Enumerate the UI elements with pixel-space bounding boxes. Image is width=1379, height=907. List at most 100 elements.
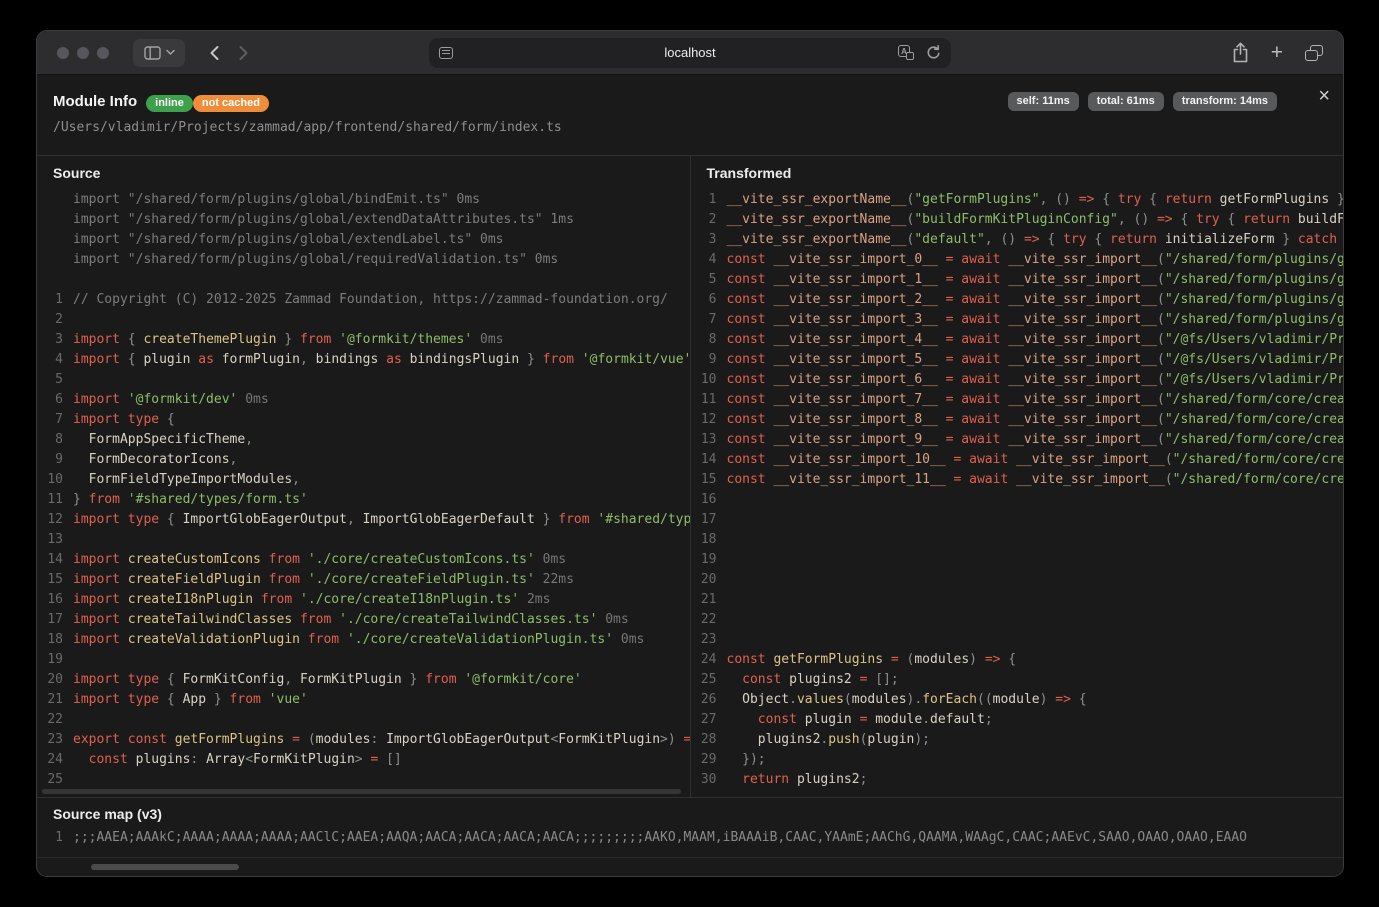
code-line: 8 FormAppSpecificTheme, <box>37 430 690 450</box>
close-button[interactable]: × <box>1318 86 1330 106</box>
code-line: 5const __vite_ssr_import_1__ = await __v… <box>691 270 1344 290</box>
title-row: Module Info inlinenot cached self: 11ms t… <box>53 92 1327 111</box>
code-line: 16import createI18nPlugin from './core/c… <box>37 590 690 610</box>
code-line: 7import type { <box>37 410 690 430</box>
sourcemap-scrollbar-thumb[interactable] <box>91 864 239 870</box>
code-panes: Source import "/shared/form/plugins/glob… <box>37 156 1343 798</box>
code-line: 6const __vite_ssr_import_2__ = await __v… <box>691 290 1344 310</box>
code-line: 20 <box>691 570 1344 590</box>
transformed-code: 1__vite_ssr_exportName__("getFormPlugins… <box>691 188 1344 790</box>
code-line: 13 <box>37 530 690 550</box>
code-line: 15const __vite_ssr_import_11__ = await _… <box>691 470 1344 490</box>
traffic-lights <box>57 47 109 59</box>
module-file-path: /Users/vladimir/Projects/zammad/app/fron… <box>53 120 1327 135</box>
code-line: 2 <box>37 310 690 330</box>
sourcemap-scrollbar-track <box>37 857 1343 876</box>
source-pane-title: Source <box>37 156 690 188</box>
transformed-pane-title: Transformed <box>691 156 1344 188</box>
code-line: 25 const plugins2 = []; <box>691 670 1344 690</box>
new-tab-button[interactable]: + <box>1271 42 1283 63</box>
badges: inlinenot cached <box>146 93 269 111</box>
translate-icon[interactable]: A <box>898 45 914 60</box>
code-line: import "/shared/form/plugins/global/exte… <box>37 210 690 230</box>
code-line: 27 const plugin = module.default; <box>691 710 1344 730</box>
code-line: import "/shared/form/plugins/global/requ… <box>37 250 690 270</box>
code-line: 29 }); <box>691 750 1344 770</box>
code-line: 30 return plugins2; <box>691 770 1344 790</box>
code-line: 16 <box>691 490 1344 510</box>
window-zoom-button[interactable] <box>97 47 109 59</box>
reload-button[interactable] <box>926 45 941 61</box>
status-badge: not cached <box>193 95 269 112</box>
status-badge: inline <box>146 95 193 112</box>
code-line: 13const __vite_ssr_import_9__ = await __… <box>691 430 1344 450</box>
sourcemap-section: Source map (v3) 1 ;;;AAEA;AAAkC;AAAA;AAA… <box>37 798 1343 876</box>
code-line: 19 <box>691 550 1344 570</box>
code-line: 14import createCustomIcons from './core/… <box>37 550 690 570</box>
code-line: 9 FormDecoratorIcons, <box>37 450 690 470</box>
address-bar[interactable]: localhost A <box>429 38 951 68</box>
metric-pill: total: 61ms <box>1088 92 1164 111</box>
sourcemap-line-number: 1 <box>37 828 63 848</box>
source-horizontal-scrollbar[interactable] <box>42 789 681 794</box>
sourcemap-line: 1 ;;;AAEA;AAAkC;AAAA;AAAA;AAAA;AAClC;AAE… <box>37 828 1343 848</box>
metrics: self: 11ms total: 61ms transform: 14ms <box>1008 92 1277 111</box>
url-text: localhost <box>429 45 951 60</box>
code-line: 25 <box>37 770 690 790</box>
forward-button[interactable] <box>229 39 259 67</box>
code-line: 4import { plugin as formPlugin, bindings… <box>37 350 690 370</box>
page-settings-icon[interactable] <box>439 47 453 59</box>
page-title: Module Info <box>53 93 137 110</box>
code-line: import "/shared/form/plugins/global/bind… <box>37 190 690 210</box>
code-line: 12import type { ImportGlobEagerOutput, I… <box>37 510 690 530</box>
chevron-down-icon <box>166 49 175 56</box>
module-info-header: Module Info inlinenot cached self: 11ms t… <box>37 75 1343 156</box>
module-inspector: Module Info inlinenot cached self: 11ms t… <box>37 75 1343 877</box>
code-line: 24 const plugins: Array<FormKitPlugin> =… <box>37 750 690 770</box>
code-line: 23export const getFormPlugins = (modules… <box>37 730 690 750</box>
code-line: 24const getFormPlugins = (modules) => { <box>691 650 1344 670</box>
code-line: 14const __vite_ssr_import_10__ = await _… <box>691 450 1344 470</box>
transformed-pane: Transformed 1__vite_ssr_exportName__("ge… <box>691 156 1344 797</box>
back-button[interactable] <box>199 39 229 67</box>
metric-pill: transform: 14ms <box>1173 92 1277 111</box>
window-close-button[interactable] <box>57 47 69 59</box>
code-line: 2__vite_ssr_exportName__("buildFormKitPl… <box>691 210 1344 230</box>
metric-pill: self: 11ms <box>1008 92 1079 111</box>
code-line: 17 <box>691 510 1344 530</box>
code-line: 6import '@formkit/dev' 0ms <box>37 390 690 410</box>
code-line: 4const __vite_ssr_import_0__ = await __v… <box>691 250 1344 270</box>
sourcemap-mappings: ;;;AAEA;AAAkC;AAAA;AAAA;AAAA;AAClC;AAEA;… <box>63 828 1343 848</box>
code-line: 21import type { App } from 'vue' <box>37 690 690 710</box>
code-line: 10 FormFieldTypeImportModules, <box>37 470 690 490</box>
code-line: 10const __vite_ssr_import_6__ = await __… <box>691 370 1344 390</box>
code-line: 1__vite_ssr_exportName__("getFormPlugins… <box>691 190 1344 210</box>
code-line: 22 <box>691 610 1344 630</box>
code-line: 21 <box>691 590 1344 610</box>
source-pane: Source import "/shared/form/plugins/glob… <box>37 156 691 797</box>
source-code: import "/shared/form/plugins/global/bind… <box>37 188 690 790</box>
code-line: 3import { createThemePlugin } from '@for… <box>37 330 690 350</box>
code-line: 20import type { FormKitConfig, FormKitPl… <box>37 670 690 690</box>
code-line: import "/shared/form/plugins/global/exte… <box>37 230 690 250</box>
code-line: 15import createFieldPlugin from './core/… <box>37 570 690 590</box>
code-line: 18 <box>691 530 1344 550</box>
code-line: 5 <box>37 370 690 390</box>
code-line: 22 <box>37 710 690 730</box>
sidebar-toggle-button[interactable] <box>133 39 185 67</box>
code-line <box>37 270 690 290</box>
code-line: 8const __vite_ssr_import_4__ = await __v… <box>691 330 1344 350</box>
window-minimize-button[interactable] <box>77 47 89 59</box>
code-line: 12const __vite_ssr_import_8__ = await __… <box>691 410 1344 430</box>
sidebar-icon <box>144 46 161 60</box>
browser-toolbar: localhost A + <box>37 31 1343 75</box>
code-line: 28 plugins2.push(plugin); <box>691 730 1344 750</box>
tab-overview-button[interactable] <box>1305 45 1323 61</box>
share-button[interactable] <box>1232 42 1249 63</box>
sourcemap-title: Source map (v3) <box>37 798 1343 828</box>
code-line: 7const __vite_ssr_import_3__ = await __v… <box>691 310 1344 330</box>
translate-box <box>906 52 914 60</box>
code-line: 23 <box>691 630 1344 650</box>
code-line: 3__vite_ssr_exportName__("default", () =… <box>691 230 1344 250</box>
browser-window: localhost A + <box>36 30 1344 877</box>
